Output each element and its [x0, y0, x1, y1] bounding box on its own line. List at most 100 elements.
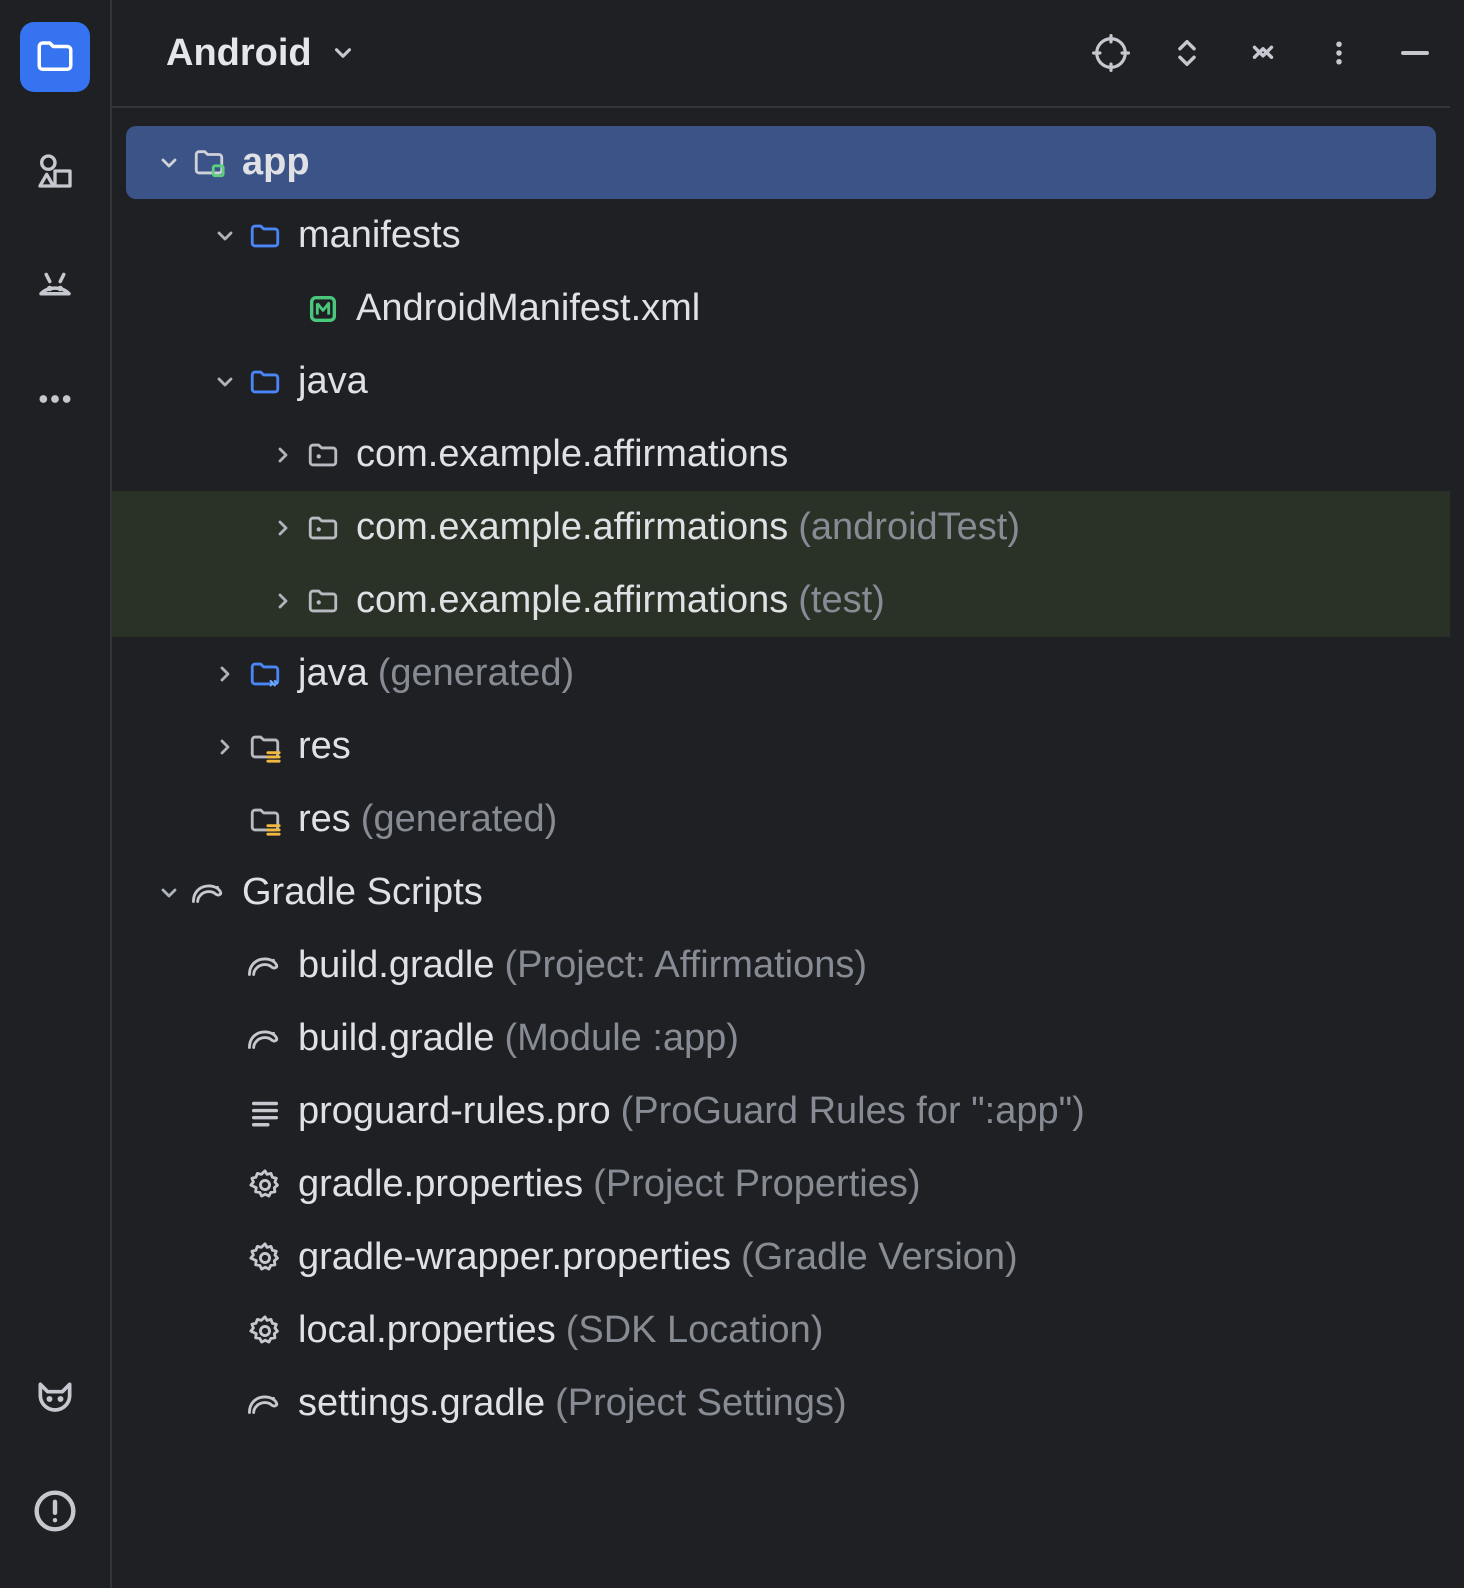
node-hint: (generated): [361, 798, 557, 841]
tree-node-res-generated[interactable]: res (generated): [112, 783, 1450, 856]
gear-icon: [248, 1241, 282, 1275]
tree-node-build-gradle-module[interactable]: build.gradle (Module :app): [112, 1002, 1450, 1075]
tree-node-proguard[interactable]: proguard-rules.pro (ProGuard Rules for "…: [112, 1075, 1450, 1148]
tree-node-local-properties[interactable]: local.properties (SDK Location): [112, 1294, 1450, 1367]
generated-folder-icon: [248, 657, 282, 691]
node-label: res: [298, 798, 351, 841]
node-label: manifests: [298, 214, 461, 257]
target-icon: [1092, 34, 1130, 72]
tree-node-res[interactable]: res: [112, 710, 1450, 783]
node-label: app: [242, 141, 310, 184]
tree-node-app[interactable]: app: [126, 126, 1436, 199]
android-icon: [34, 264, 76, 306]
panel-options-button[interactable]: [1314, 28, 1364, 78]
tree-node-android-manifest[interactable]: AndroidManifest.xml: [112, 272, 1450, 345]
node-label: res: [298, 725, 351, 768]
node-hint: (Gradle Version): [741, 1236, 1018, 1279]
more-tool-button[interactable]: [20, 364, 90, 434]
gear-icon: [248, 1314, 282, 1348]
project-panel: Android: [112, 0, 1464, 1588]
node-label: build.gradle: [298, 1017, 494, 1060]
chevron-down-icon: [330, 40, 356, 66]
tree-node-settings-gradle[interactable]: settings.gradle (Project Settings): [112, 1367, 1450, 1440]
select-opened-file-button[interactable]: [1086, 28, 1136, 78]
chevron-right-icon: [213, 662, 237, 686]
hide-panel-button[interactable]: [1390, 28, 1440, 78]
tree-node-package-test[interactable]: com.example.affirmations (test): [112, 564, 1450, 637]
chevron-down-icon: [213, 370, 237, 394]
node-hint: (ProGuard Rules for ":app"): [621, 1090, 1085, 1133]
node-label: proguard-rules.pro: [298, 1090, 611, 1133]
node-label: gradle.properties: [298, 1163, 583, 1206]
node-hint: (Module :app): [504, 1017, 738, 1060]
node-hint: (Project Properties): [593, 1163, 920, 1206]
node-label: local.properties: [298, 1309, 556, 1352]
node-label: gradle-wrapper.properties: [298, 1236, 731, 1279]
tree-node-package-androidtest[interactable]: com.example.affirmations (androidTest): [112, 491, 1450, 564]
project-tool-button[interactable]: [20, 22, 90, 92]
text-file-icon: [248, 1095, 282, 1129]
node-label: Gradle Scripts: [242, 871, 483, 914]
module-folder-icon: [192, 146, 226, 180]
chevron-right-icon: [213, 735, 237, 759]
tree-node-java[interactable]: java: [112, 345, 1450, 418]
gradle-icon: [245, 1022, 285, 1056]
tool-rail: [0, 0, 112, 1588]
shapes-icon: [35, 151, 75, 191]
chevron-right-icon: [271, 516, 295, 540]
node-label: java: [298, 360, 368, 403]
resource-folder-icon: [248, 803, 282, 837]
node-label: com.example.affirmations: [356, 579, 788, 622]
collapse-icon: [1246, 36, 1280, 70]
node-label: settings.gradle: [298, 1382, 545, 1425]
node-label: com.example.affirmations: [356, 506, 788, 549]
alert-circle-icon: [33, 1489, 77, 1533]
android-tool-button[interactable]: [20, 250, 90, 320]
tree-node-package-main[interactable]: com.example.affirmations: [112, 418, 1450, 491]
node-hint: (Project Settings): [555, 1382, 846, 1425]
node-hint: (test): [798, 579, 885, 622]
expand-collapse-icon: [1170, 36, 1204, 70]
chevron-down-icon: [213, 224, 237, 248]
expand-collapse-button[interactable]: [1162, 28, 1212, 78]
folder-icon: [248, 365, 282, 399]
structure-tool-button[interactable]: [20, 136, 90, 206]
ellipsis-icon: [35, 379, 75, 419]
chevron-right-icon: [271, 589, 295, 613]
cat-tool-button[interactable]: [20, 1364, 90, 1434]
folder-icon: [34, 36, 76, 78]
package-folder-icon: [306, 438, 340, 472]
chevron-right-icon: [271, 443, 295, 467]
minimize-icon: [1397, 35, 1433, 71]
node-hint: (SDK Location): [566, 1309, 824, 1352]
package-folder-icon: [306, 584, 340, 618]
tree-node-build-gradle-project[interactable]: build.gradle (Project: Affirmations): [112, 929, 1450, 1002]
node-hint: (generated): [378, 652, 574, 695]
tree-node-gradle-wrapper-properties[interactable]: gradle-wrapper.properties (Gradle Versio…: [112, 1221, 1450, 1294]
node-label: AndroidManifest.xml: [356, 287, 700, 330]
node-hint: (Project: Affirmations): [504, 944, 867, 987]
resource-folder-icon: [248, 730, 282, 764]
chevron-down-icon: [157, 881, 181, 905]
tree-node-manifests[interactable]: manifests: [112, 199, 1450, 272]
view-selector-label: Android: [166, 32, 312, 75]
problems-tool-button[interactable]: [20, 1476, 90, 1546]
gradle-icon: [245, 949, 285, 983]
tree-node-gradle-properties[interactable]: gradle.properties (Project Properties): [112, 1148, 1450, 1221]
gradle-icon: [245, 1387, 285, 1421]
package-folder-icon: [306, 511, 340, 545]
tree-node-gradle-scripts[interactable]: Gradle Scripts: [112, 856, 1450, 929]
folder-icon: [248, 219, 282, 253]
project-tree: app manifests AndroidManifest.xml: [112, 108, 1450, 1440]
chevron-down-icon: [157, 151, 181, 175]
gradle-icon: [189, 876, 229, 910]
project-panel-header: Android: [112, 0, 1450, 108]
more-vertical-icon: [1324, 38, 1354, 68]
tree-node-java-generated[interactable]: java (generated): [112, 637, 1450, 710]
manifest-file-icon: [306, 292, 340, 326]
node-label: build.gradle: [298, 944, 494, 987]
collapse-all-button[interactable]: [1238, 28, 1288, 78]
node-hint: (androidTest): [798, 506, 1020, 549]
view-selector[interactable]: Android: [166, 32, 356, 75]
gear-icon: [248, 1168, 282, 1202]
